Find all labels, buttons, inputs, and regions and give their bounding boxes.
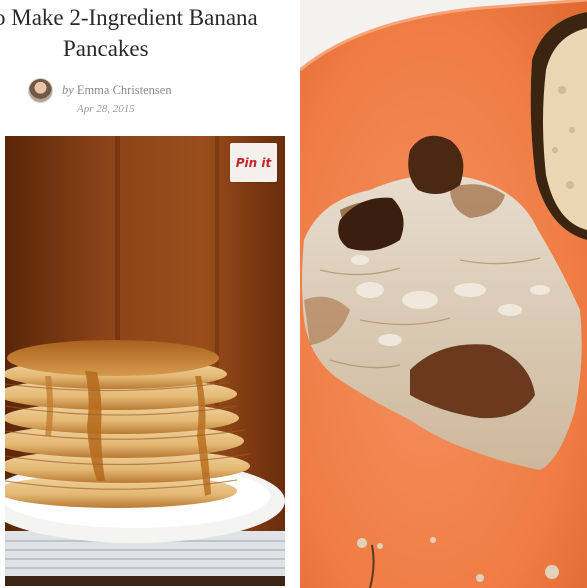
attempt-photo (300, 0, 587, 588)
article-title-line-2: Pancakes (63, 36, 149, 61)
byline-prefix: by (62, 82, 74, 97)
author-name-link[interactable]: Emma Christensen (77, 83, 172, 97)
article-panel: o Make 2-Ingredient Banana Pancakes by Em… (0, 0, 296, 588)
post-date: Apr 28, 2015 (77, 103, 135, 115)
author-avatar[interactable] (28, 77, 53, 103)
pin-it-button[interactable]: Pin it (230, 143, 277, 182)
article-title-line-1: o Make 2-Ingredient Banana (0, 5, 258, 30)
byline-text: by Emma Christensen (62, 83, 172, 98)
recipe-photo (5, 136, 285, 586)
byline: by Emma Christensen (28, 77, 172, 103)
